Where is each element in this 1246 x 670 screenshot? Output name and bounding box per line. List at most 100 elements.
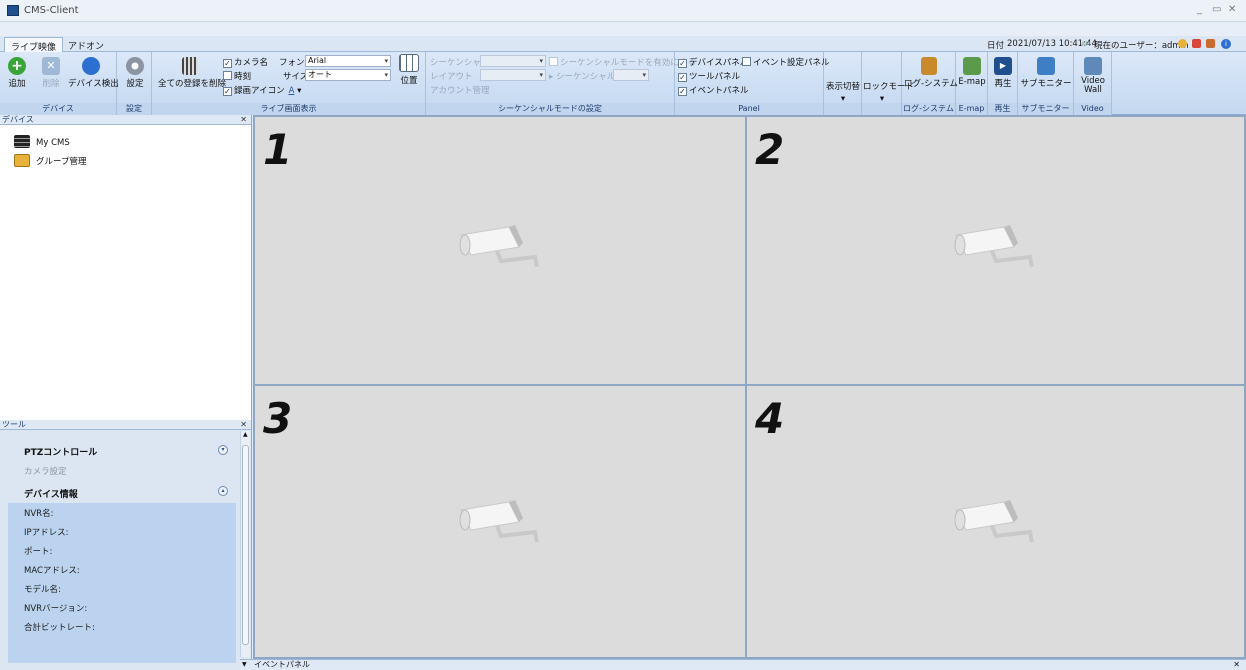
- search-device-icon: [82, 57, 100, 75]
- position-button[interactable]: 位置: [396, 54, 422, 86]
- users-icon[interactable]: [1206, 39, 1215, 48]
- tree-item-my-cms[interactable]: My CMS: [14, 135, 70, 148]
- layout-select[interactable]: ▾: [480, 69, 546, 81]
- delete-label: 削除: [42, 79, 60, 89]
- sequential-select[interactable]: ▾: [480, 55, 546, 67]
- event-panel-bar[interactable]: ▼ イベントパネル ✕: [240, 659, 1246, 670]
- camera-icon: [459, 225, 539, 268]
- video-cell-1[interactable]: 1: [255, 117, 745, 384]
- group-label-playback: 再生: [988, 103, 1017, 115]
- expand-icon[interactable]: ▾: [218, 445, 228, 455]
- tree-item-group-manage[interactable]: グループ管理: [14, 154, 87, 167]
- device-info-section[interactable]: デバイス情報: [24, 487, 78, 500]
- app-icon: [7, 5, 19, 16]
- cell-number: 4: [755, 394, 785, 443]
- cell-number: 3: [263, 394, 293, 443]
- font-select[interactable]: Arial ▾: [305, 55, 391, 67]
- group-icon: [14, 154, 30, 167]
- minimize-button[interactable]: _: [1197, 4, 1202, 15]
- tree-item-label: グループ管理: [36, 157, 87, 167]
- group-log: ログ-システム ログ-システム: [902, 52, 958, 115]
- monitor-icon: [1037, 57, 1055, 75]
- tab-addon[interactable]: アドオン: [62, 37, 110, 52]
- submonitor-button[interactable]: サブモニター: [1020, 57, 1072, 89]
- delete-icon: ✕: [42, 57, 60, 75]
- group-label-live-view: ライブ画面表示: [152, 103, 425, 115]
- scroll-thumb[interactable]: [242, 445, 249, 645]
- field-nvr-name: NVR名:: [24, 509, 54, 519]
- camera-name-checkbox[interactable]: ✓ カメラ名: [223, 56, 268, 68]
- time-checkbox[interactable]: 時刻: [223, 70, 251, 82]
- collapse-icon[interactable]: ▴: [218, 486, 228, 496]
- group-lock-mode: ロックモード ▾: [862, 52, 914, 115]
- playback-button[interactable]: ▶ 再生: [990, 57, 1016, 89]
- tool-panel-header: ツール ✕: [0, 420, 251, 430]
- device-panel-header: デバイス ✕: [0, 115, 251, 125]
- camera-icon: [954, 500, 1034, 543]
- field-total-bitrate: 合計ビットレート:: [24, 623, 95, 633]
- group-label-settings: 設定: [117, 103, 151, 115]
- camera-icon: [954, 225, 1034, 268]
- playback-label: 再生: [994, 79, 1012, 89]
- display-switch-button[interactable]: 表示切替 ▾: [825, 78, 861, 104]
- ptz-control-section[interactable]: PTZコントロール: [24, 445, 97, 458]
- rec-icon-checkbox[interactable]: ✓ 録画アイコン A ▾: [223, 84, 301, 96]
- camera-settings-item[interactable]: カメラ設定: [24, 465, 67, 477]
- window-title: CMS-Client: [24, 5, 79, 16]
- tool-panel-title: ツール: [2, 420, 26, 429]
- settings-button[interactable]: 設定: [123, 57, 147, 89]
- field-ip-address: IPアドレス:: [24, 528, 69, 538]
- submonitor-label: サブモニター: [1020, 79, 1072, 89]
- emap-button[interactable]: E-map: [958, 57, 986, 87]
- delete-button[interactable]: ✕ 削除: [39, 57, 63, 89]
- add-icon: +: [8, 57, 26, 75]
- interval-select[interactable]: ▾: [613, 69, 649, 81]
- video-wall-button[interactable]: Video Wall: [1076, 57, 1110, 95]
- size-select[interactable]: オート ▾: [305, 69, 391, 81]
- event-settings-panel-checkbox[interactable]: イベント設定パネル: [742, 56, 830, 68]
- log-system-label: ログ-システム: [904, 79, 958, 89]
- settings-label: 設定: [126, 79, 144, 89]
- field-nvr-version: NVRバージョン:: [24, 604, 88, 614]
- clear-all-icon: [182, 57, 198, 75]
- video-cell-2[interactable]: 2: [747, 117, 1244, 384]
- group-label-sequence: シーケンシャルモードの設定: [426, 103, 674, 115]
- close-button[interactable]: ✕: [1228, 4, 1236, 15]
- device-panel-checkbox[interactable]: ✓ デバイスパネル: [678, 56, 748, 68]
- close-icon[interactable]: ✕: [240, 115, 247, 125]
- grid-position-icon: [399, 54, 419, 72]
- group-playback: ▶ 再生 再生: [988, 52, 1018, 115]
- info-icon[interactable]: i: [1221, 39, 1231, 49]
- lock-mode-button[interactable]: ロックモード ▾: [863, 78, 914, 104]
- video-cell-4[interactable]: 4: [747, 386, 1244, 657]
- tool-panel-checkbox[interactable]: ✓ ツールパネル: [678, 70, 740, 82]
- maximize-button[interactable]: ▭: [1212, 4, 1221, 15]
- user-icon[interactable]: [1178, 39, 1187, 48]
- event-panel-checkbox[interactable]: ✓ イベントパネル: [678, 84, 749, 96]
- tab-live-view[interactable]: ライブ映像: [4, 37, 64, 53]
- enable-sequence-checkbox[interactable]: シーケンシャルモードを有効にする: [549, 56, 696, 68]
- close-icon[interactable]: ✕: [240, 420, 247, 430]
- emap-label: E-map: [958, 77, 986, 87]
- detect-device-button[interactable]: デバイス検出: [68, 57, 119, 89]
- tool-panel-scrollbar[interactable]: ▲: [240, 431, 250, 657]
- account-manage-button[interactable]: アカウント管理: [430, 84, 490, 96]
- field-model-name: モデル名:: [24, 585, 61, 595]
- tree-item-label: My CMS: [36, 138, 70, 148]
- group-display-switch: 表示切替 ▾: [824, 52, 862, 115]
- scroll-up-icon[interactable]: ▲: [243, 431, 248, 438]
- video-cell-3[interactable]: 3: [255, 386, 745, 657]
- field-mac-address: MACアドレス:: [24, 566, 80, 576]
- group-settings: 設定 設定: [117, 52, 152, 115]
- video-wall-label: Video Wall: [1081, 76, 1105, 95]
- ribbon-tabs: ライブ映像 アドオン 日付 2021/07/13 10:41:44 AM 現在の…: [0, 36, 1246, 53]
- menu-strip: [0, 22, 1246, 36]
- display-switch-label: 表示切替: [825, 82, 860, 92]
- clear-all-button[interactable]: 全ての登録を削除: [158, 57, 226, 89]
- add-button[interactable]: + 追加: [5, 57, 29, 89]
- close-icon[interactable]: ✕: [1233, 660, 1240, 670]
- log-system-button[interactable]: ログ-システム: [904, 57, 958, 89]
- add-label: 追加: [8, 79, 26, 89]
- lock-icon[interactable]: [1192, 39, 1201, 48]
- collapse-down-icon[interactable]: ▼: [242, 660, 247, 670]
